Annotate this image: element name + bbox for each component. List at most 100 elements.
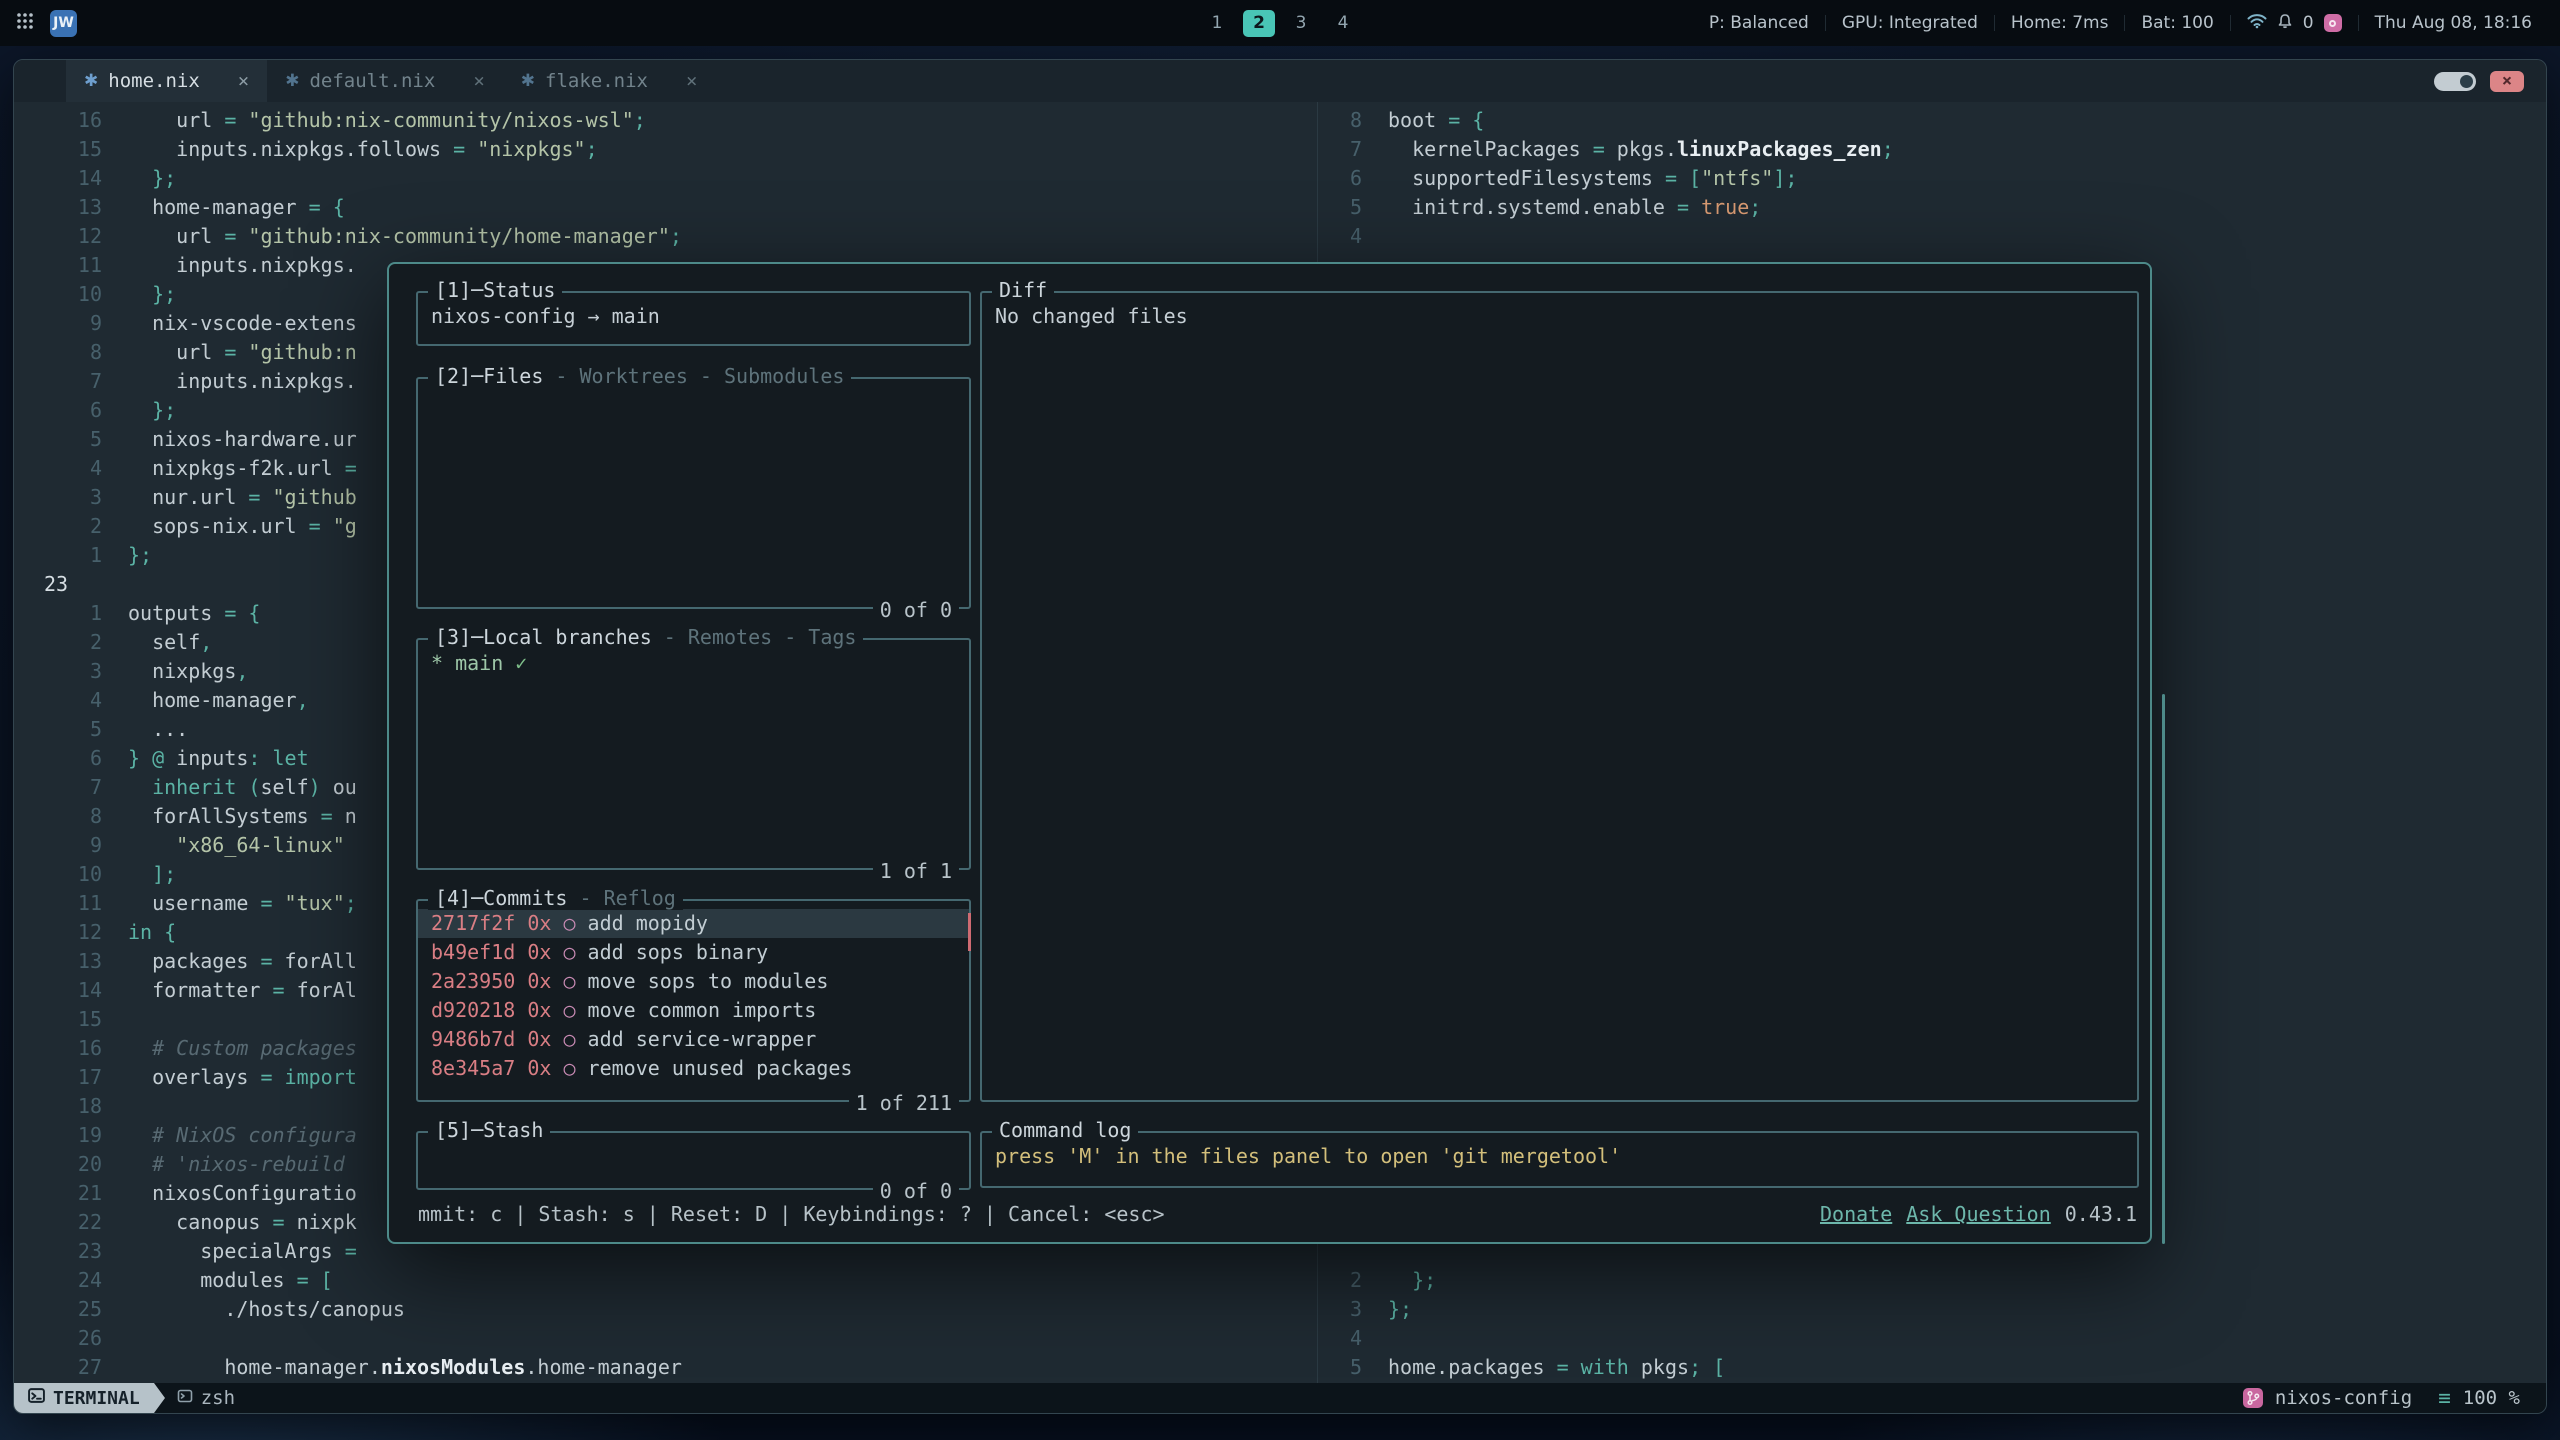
diff-panel-title: Diff [992, 278, 1054, 302]
lazygit-diff-panel[interactable]: Diff No changed files [980, 291, 2139, 1102]
terminal-mode-icon [28, 1387, 45, 1409]
tab-label: home.nix [108, 70, 200, 92]
branch-row[interactable]: * main ✓ [431, 649, 956, 678]
separator [1994, 15, 1995, 31]
tab-home.nix[interactable]: ✱ home.nix × [66, 60, 267, 102]
code-line[interactable]: 5 initrd.systemd.enable = true; [1318, 193, 2546, 222]
tab-strip: ✱ home.nix × ✱ default.nix × ✱ flake.nix × [66, 60, 715, 102]
branches-count: 1 of 1 [873, 859, 959, 883]
ping-status[interactable]: Home: 7ms [1999, 13, 2121, 33]
nix-snowflake-icon: ✱ [285, 71, 299, 91]
code-line[interactable]: 12 url = "github:nix-community/home-mana… [44, 222, 1317, 251]
lazygit-branches-panel[interactable]: [3]─Local branches - Remotes - Tags * ma… [416, 638, 971, 870]
branches-panel-title: [3]─Local branches - Remotes - Tags [428, 625, 863, 649]
lazygit-command-log-panel[interactable]: Command log press 'M' in the files panel… [980, 1131, 2139, 1188]
mode-indicator: TERMINAL [14, 1383, 154, 1413]
nix-snowflake-icon: ✱ [521, 71, 535, 91]
lazygit-stash-panel[interactable]: [5]─Stash 0 of 0 [416, 1131, 971, 1190]
clock[interactable]: Thu Aug 08, 18:16 [2363, 13, 2544, 33]
lazygit-files-panel[interactable]: [2]─Files - Worktrees - Submodules 0 of … [416, 377, 971, 609]
code-line[interactable]: 4 [1318, 1324, 2546, 1353]
commit-row[interactable]: 8e345a7 0x ○ remove unused packages [418, 1054, 969, 1083]
statusline-right: nixos-config ≡ 100 % [2243, 1386, 2546, 1410]
separator [1825, 15, 1826, 31]
lazygit-status-panel[interactable]: [1]─Status nixos-config → main [416, 291, 971, 346]
overlay-scrollbar[interactable] [2162, 694, 2165, 1244]
commit-list: 2717f2f 0x ○ add mopidyb49ef1d 0x ○ add … [418, 901, 969, 1091]
keybinding-hints: mmit: c | Stash: s | Reset: D | Keybindi… [418, 1202, 2137, 1226]
code-line[interactable]: 3}; [1318, 1295, 2546, 1324]
commit-row[interactable]: 9486b7d 0x ○ add service-wrapper [418, 1025, 969, 1054]
commit-row[interactable]: b49ef1d 0x ○ add sops binary [418, 938, 969, 967]
code-line[interactable]: 6 supportedFilesystems = ["ntfs"]; [1318, 164, 2546, 193]
lazygit-version: 0.43.1 [2065, 1202, 2137, 1226]
tab-close-button[interactable]: × [238, 70, 249, 92]
tab-label: flake.nix [545, 70, 648, 92]
commits-panel-title: [4]─Commits - Reflog [428, 886, 683, 910]
tab-close-button[interactable]: × [686, 70, 697, 92]
separator [2230, 15, 2231, 31]
workspace-button-2[interactable]: 2 [1243, 10, 1275, 37]
apps-grid-icon[interactable] [16, 12, 34, 35]
commit-row[interactable]: 2717f2f 0x ○ add mopidy [418, 909, 969, 938]
tray-icons: 0 [2235, 13, 2354, 34]
tab-flake.nix[interactable]: ✱ flake.nix × [503, 60, 716, 102]
code-line[interactable]: 26 [44, 1324, 1317, 1353]
donate-link[interactable]: Donate [1820, 1202, 1892, 1226]
workspace-button-3[interactable]: 3 [1285, 10, 1317, 37]
code-line[interactable]: 27 home-manager.nixosModules.home-manage… [44, 1353, 1317, 1382]
files-panel-title: [2]─Files - Worktrees - Submodules [428, 364, 851, 388]
workspace-logo-badge[interactable]: JW [50, 10, 77, 37]
diff-content: No changed files [982, 293, 2137, 340]
stash-panel-title: [5]─Stash [428, 1118, 550, 1142]
notification-count: 0 [2303, 13, 2314, 33]
workspace-button-1[interactable]: 1 [1201, 10, 1233, 37]
separator [2358, 15, 2359, 31]
files-count: 0 of 0 [873, 598, 959, 622]
code-line[interactable]: 2 }; [1318, 1266, 2546, 1295]
code-line[interactable]: 25 ./hosts/canopus [44, 1295, 1317, 1324]
tab-close-button[interactable]: × [473, 70, 484, 92]
code-line[interactable]: 5home.packages = with pkgs; [ [1318, 1353, 2546, 1382]
git-repo-icon [2243, 1388, 2263, 1408]
battery-status[interactable]: Bat: 100 [2129, 13, 2225, 33]
nix-snowflake-icon: ✱ [84, 71, 98, 91]
scroll-position: 100 % [2463, 1387, 2520, 1409]
commit-row[interactable]: d920218 0x ○ move common imports [418, 996, 969, 1025]
bell-icon[interactable] [2277, 13, 2293, 34]
shell-label: zsh [201, 1387, 235, 1409]
code-line[interactable]: 13 home-manager = { [44, 193, 1317, 222]
lazygit-overlay: [1]─Status nixos-config → main [2]─Files… [387, 262, 2152, 1244]
code-line[interactable]: 16 url = "github:nix-community/nixos-wsl… [44, 106, 1317, 135]
workspace-switcher: 1234 [1201, 10, 1359, 37]
tab-default.nix[interactable]: ✱ default.nix × [267, 60, 503, 102]
code-line[interactable]: 24 modules = [ [44, 1266, 1317, 1295]
code-line[interactable]: 4 [1318, 222, 2546, 251]
scroll-position-icon: ≡ [2438, 1386, 2451, 1410]
commits-count: 1 of 211 [849, 1091, 959, 1115]
commits-scrollbar [968, 913, 971, 951]
window-close-button[interactable]: × [2490, 71, 2524, 92]
separator [2124, 15, 2125, 31]
command-log-title: Command log [992, 1118, 1138, 1142]
lazygit-commits-panel[interactable]: [4]─Commits - Reflog 2717f2f 0x ○ add mo… [416, 899, 971, 1102]
code-line[interactable]: 8boot = { [1318, 106, 2546, 135]
wifi-icon[interactable] [2247, 13, 2267, 34]
mode-label: TERMINAL [53, 1388, 140, 1409]
shell-indicator: zsh [177, 1387, 235, 1409]
stash-count: 0 of 0 [873, 1179, 959, 1203]
code-line[interactable]: 14 }; [44, 164, 1317, 193]
color-picker-icon[interactable] [2324, 14, 2342, 32]
window-toggle-button[interactable] [2434, 72, 2476, 91]
power-profile-status[interactable]: P: Balanced [1697, 13, 1821, 33]
code-line[interactable]: 15 inputs.nixpkgs.follows = "nixpkgs"; [44, 135, 1317, 164]
workspace-button-4[interactable]: 4 [1327, 10, 1359, 37]
ask-question-link[interactable]: Ask Question [1906, 1202, 2051, 1226]
gpu-status[interactable]: GPU: Integrated [1830, 13, 1990, 33]
commit-row[interactable]: 2a23950 0x ○ move sops to modules [418, 967, 969, 996]
tab-label: default.nix [309, 70, 435, 92]
code-line[interactable]: 7 kernelPackages = pkgs.linuxPackages_ze… [1318, 135, 2546, 164]
powerline-separator [154, 1383, 165, 1413]
toggle-knob [2460, 75, 2473, 88]
shell-icon [177, 1387, 193, 1409]
